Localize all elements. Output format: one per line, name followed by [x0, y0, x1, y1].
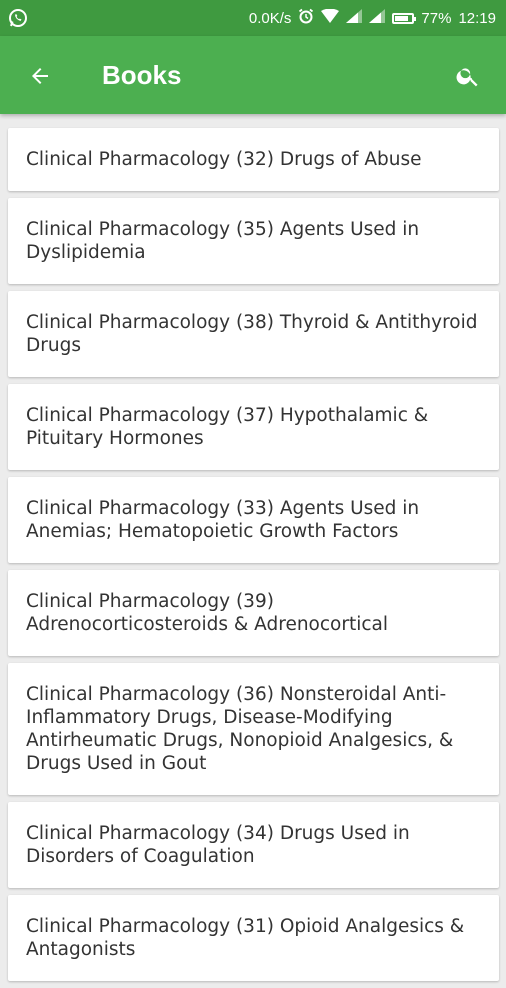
book-title: Clinical Pharmacology (31) Opioid Analge…	[26, 916, 465, 960]
list-item[interactable]: Clinical Pharmacology (33) Agents Used i…	[8, 477, 499, 563]
book-title: Clinical Pharmacology (35) Agents Used i…	[26, 219, 420, 263]
book-title: Clinical Pharmacology (32) Drugs of Abus…	[26, 149, 422, 170]
book-title: Clinical Pharmacology (38) Thyroid & Ant…	[26, 312, 478, 356]
list-item[interactable]: Clinical Pharmacology (39) Adrenocortico…	[8, 570, 499, 656]
list-item[interactable]: Clinical Pharmacology (35) Agents Used i…	[8, 198, 499, 284]
book-title: Clinical Pharmacology (34) Drugs Used in…	[26, 823, 410, 867]
list-item[interactable]: Clinical Pharmacology (31) Opioid Analge…	[8, 895, 499, 981]
list-item[interactable]: Clinical Pharmacology (36) Nonsteroidal …	[8, 663, 499, 795]
battery-icon	[392, 12, 417, 24]
book-title: Clinical Pharmacology (36) Nonsteroidal …	[26, 684, 454, 774]
search-button[interactable]	[450, 58, 486, 94]
book-title: Clinical Pharmacology (37) Hypothalamic …	[26, 405, 429, 449]
list-item[interactable]: Clinical Pharmacology (38) Thyroid & Ant…	[8, 291, 499, 377]
list-item[interactable]: Clinical Pharmacology (37) Hypothalamic …	[8, 384, 499, 470]
alarm-icon	[298, 8, 314, 28]
list-item[interactable]: Clinical Pharmacology (32) Drugs of Abus…	[8, 128, 499, 191]
signal-icon	[369, 9, 386, 27]
search-icon	[456, 68, 478, 87]
clock: 12:19	[458, 9, 496, 27]
back-button[interactable]	[22, 58, 58, 94]
battery-percent: 77%	[421, 9, 452, 27]
app-bar: Books	[0, 36, 506, 114]
status-bar: 0.0K/s 77% 12:19	[0, 0, 506, 36]
page-title: Books	[102, 60, 182, 90]
network-speed: 0.0K/s	[248, 9, 292, 27]
arrow-back-icon	[32, 68, 48, 84]
book-title: Clinical Pharmacology (39) Adrenocortico…	[26, 591, 389, 635]
wifi-icon	[321, 8, 340, 27]
signal-icon	[346, 9, 363, 27]
book-title: Clinical Pharmacology (33) Agents Used i…	[26, 498, 420, 542]
whatsapp-icon	[8, 8, 28, 28]
list-item[interactable]: Clinical Pharmacology (34) Drugs Used in…	[8, 802, 499, 888]
book-list: Clinical Pharmacology (32) Drugs of Abus…	[0, 128, 506, 988]
